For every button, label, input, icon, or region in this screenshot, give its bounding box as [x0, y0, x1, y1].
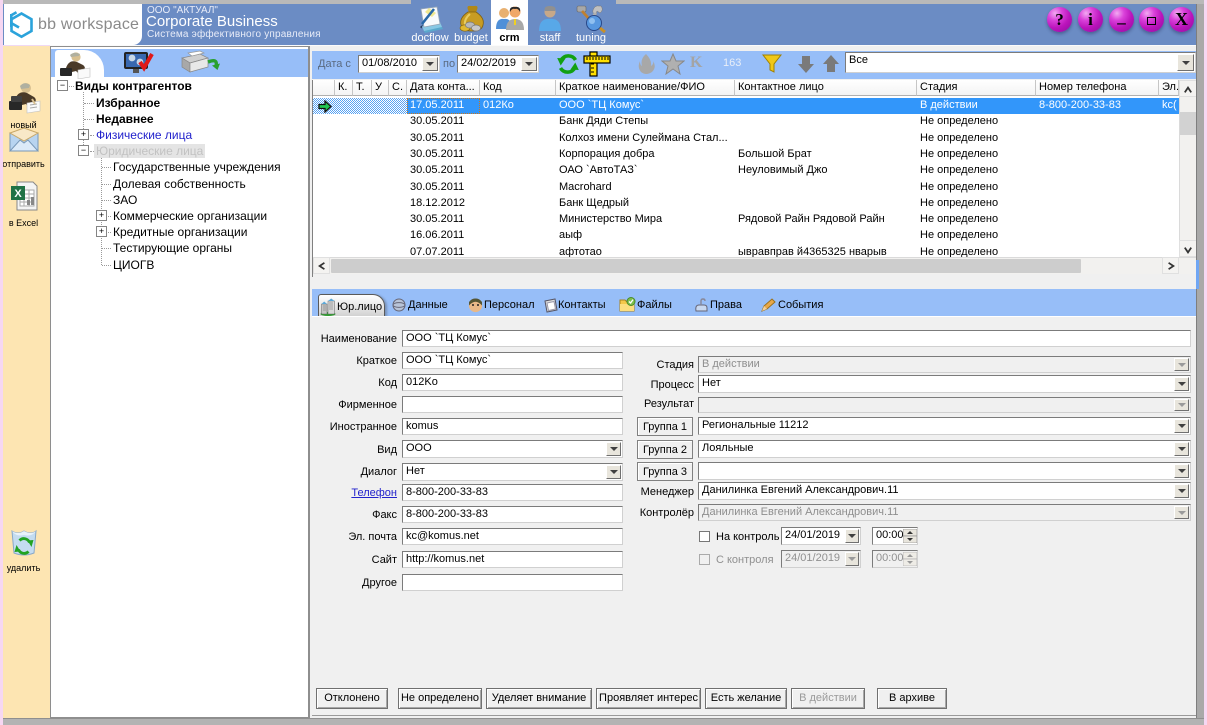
svg-text:X: X	[14, 188, 22, 200]
